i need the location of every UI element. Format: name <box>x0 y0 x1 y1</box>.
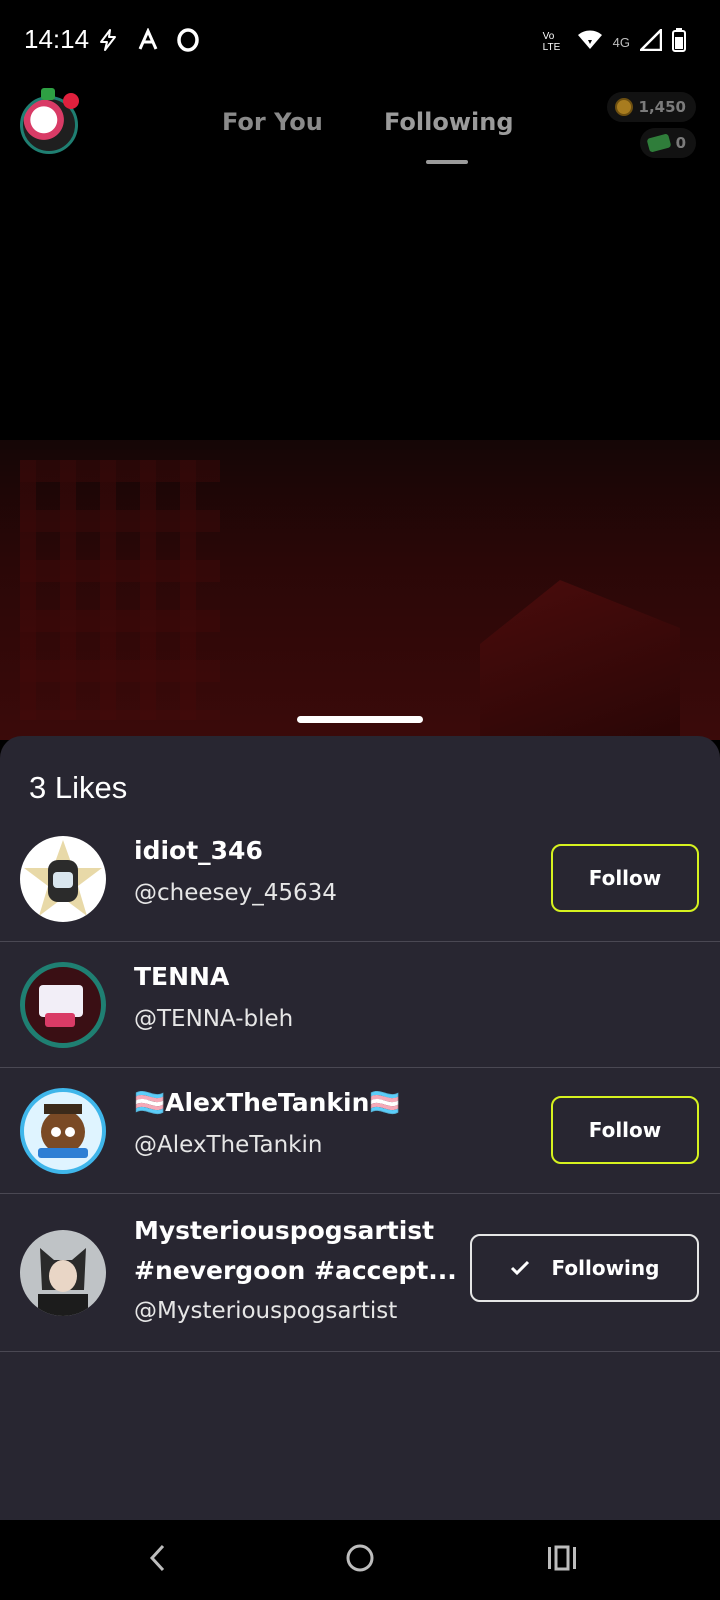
video-building-left <box>20 460 220 720</box>
back-chevron-icon <box>148 1544 168 1576</box>
avatar[interactable] <box>20 836 106 922</box>
status-left-icons <box>96 27 200 56</box>
follow-button[interactable]: Follow <box>551 844 699 912</box>
list-item[interactable]: TENNA @TENNA-bleh <box>0 942 720 1068</box>
follow-button[interactable]: Follow <box>551 1096 699 1164</box>
coin-icon <box>614 98 633 116</box>
coin-count: 1,450 <box>638 98 686 116</box>
avatar-frog-badge-icon <box>41 88 55 100</box>
avatar[interactable] <box>20 962 106 1048</box>
network-type: 4G <box>612 34 630 50</box>
avatar[interactable] <box>20 1230 106 1316</box>
user-handle: @Mysteriouspogsartist <box>134 1298 398 1324</box>
following-button-label: Following <box>551 1256 660 1280</box>
status-bar: 14:14 Vo LTE 4G <box>0 0 720 88</box>
system-nav-bar <box>0 1520 720 1600</box>
likes-title: 3 Likes <box>29 770 128 805</box>
user-display-name: TENNA <box>134 962 230 991</box>
user-display-name: 🏳️‍⚧️AlexTheTankin🏳️‍⚧️ <box>134 1088 401 1117</box>
cash-balance[interactable]: 0 <box>639 128 696 158</box>
back-button[interactable] <box>138 1540 178 1580</box>
tab-following[interactable]: Following <box>384 108 514 136</box>
recents-icon <box>547 1545 577 1575</box>
list-item[interactable]: Mysteriouspogsartist #nevergoon #accept.… <box>0 1194 720 1352</box>
sheet-drag-handle[interactable] <box>297 716 423 723</box>
bolt-icon <box>96 28 120 56</box>
cash-icon <box>646 133 671 153</box>
home-button[interactable] <box>340 1540 380 1580</box>
user-display-name: Mysteriouspogsartist <box>134 1216 435 1245</box>
following-button[interactable]: Following <box>470 1234 699 1302</box>
tab-for-you[interactable]: For You <box>222 108 323 136</box>
signal-icon <box>637 26 663 55</box>
likes-sheet: 3 Likes idiot_346 @cheesey_45634 Follow <box>0 736 720 1520</box>
user-display-name: idiot_346 <box>134 836 263 865</box>
notification-dot <box>63 93 79 109</box>
list-item[interactable]: 🏳️‍⚧️AlexTheTankin🏳️‍⚧️ @AlexTheTankin F… <box>0 1068 720 1194</box>
app-a-icon <box>136 27 160 56</box>
avatar[interactable] <box>20 1088 106 1174</box>
check-icon <box>510 1260 530 1276</box>
wifi-icon <box>577 29 603 55</box>
status-right-icons: Vo LTE 4G <box>542 26 686 56</box>
battery-icon <box>672 28 686 56</box>
active-tab-indicator <box>426 160 468 164</box>
recents-button[interactable] <box>542 1540 582 1580</box>
opera-icon <box>176 28 200 56</box>
volte-label: Vo LTE <box>542 31 561 53</box>
cash-count: 0 <box>675 134 686 152</box>
user-handle: @TENNA-bleh <box>134 1006 294 1032</box>
list-item[interactable]: idiot_346 @cheesey_45634 Follow <box>0 816 720 942</box>
coin-balance[interactable]: 1,450 <box>606 92 696 122</box>
home-circle-icon <box>345 1543 375 1577</box>
status-time: 14:14 <box>24 24 90 54</box>
user-handle: @cheesey_45634 <box>134 880 337 906</box>
user-handle: @AlexTheTankin <box>134 1132 323 1158</box>
app-screen: 14:14 Vo LTE 4G For You Following 1,450 … <box>0 0 720 1600</box>
user-bio-tags: #nevergoon #accept... <box>134 1256 457 1285</box>
